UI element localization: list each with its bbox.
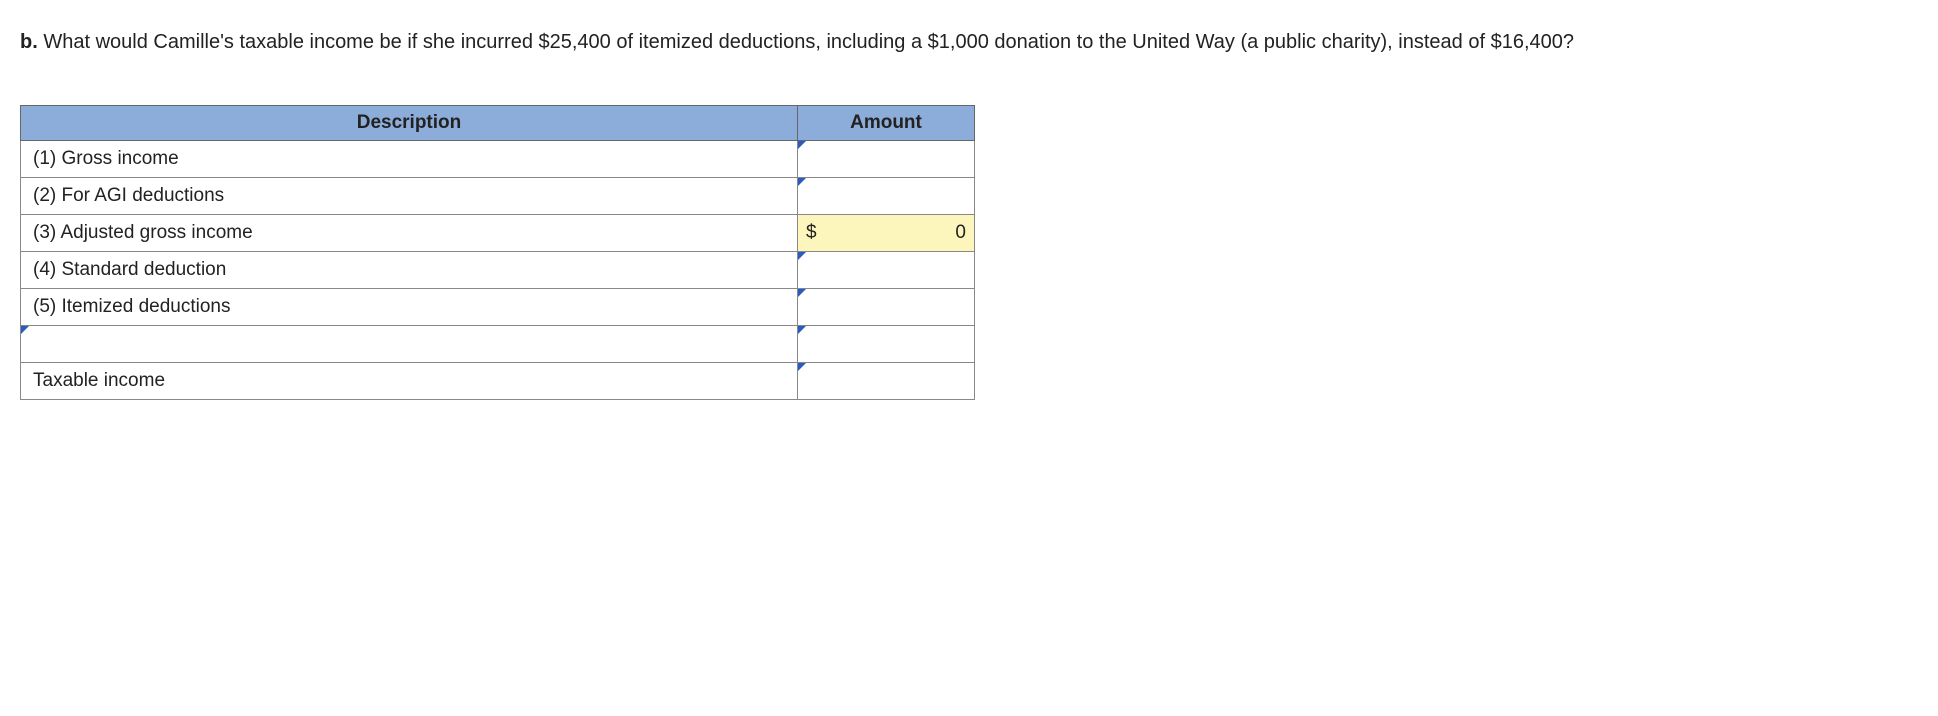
header-amount: Amount bbox=[798, 106, 975, 141]
amount-calculated: $ 0 bbox=[798, 215, 975, 252]
row-desc: Taxable income bbox=[21, 363, 798, 400]
row-desc: (5) Itemized deductions bbox=[21, 289, 798, 326]
question-text: b. What would Camille's taxable income b… bbox=[20, 28, 1900, 57]
table-header-row: Description Amount bbox=[21, 106, 975, 141]
amount-input[interactable] bbox=[798, 141, 975, 178]
table-row: (2) For AGI deductions bbox=[21, 178, 975, 215]
amount-input[interactable] bbox=[798, 178, 975, 215]
header-description: Description bbox=[21, 106, 798, 141]
amount-input[interactable] bbox=[798, 289, 975, 326]
dollar-sign: $ bbox=[806, 222, 817, 244]
amount-input[interactable] bbox=[798, 326, 975, 363]
table-row: (1) Gross income bbox=[21, 141, 975, 178]
table-row: (5) Itemized deductions bbox=[21, 289, 975, 326]
amount-value: 0 bbox=[817, 222, 966, 244]
row-desc-input[interactable] bbox=[21, 326, 798, 363]
question-body: What would Camille's taxable income be i… bbox=[43, 31, 1574, 53]
table-row: (4) Standard deduction bbox=[21, 252, 975, 289]
row-desc: (2) For AGI deductions bbox=[21, 178, 798, 215]
amount-input[interactable] bbox=[798, 363, 975, 400]
row-desc: (1) Gross income bbox=[21, 141, 798, 178]
table-row: Taxable income bbox=[21, 363, 975, 400]
question-label: b. bbox=[20, 31, 38, 53]
amount-input[interactable] bbox=[798, 252, 975, 289]
table-row: (3) Adjusted gross income $ 0 bbox=[21, 215, 975, 252]
table-row bbox=[21, 326, 975, 363]
worksheet-table: Description Amount (1) Gross income (2) … bbox=[20, 105, 975, 400]
row-desc: (3) Adjusted gross income bbox=[21, 215, 798, 252]
row-desc: (4) Standard deduction bbox=[21, 252, 798, 289]
